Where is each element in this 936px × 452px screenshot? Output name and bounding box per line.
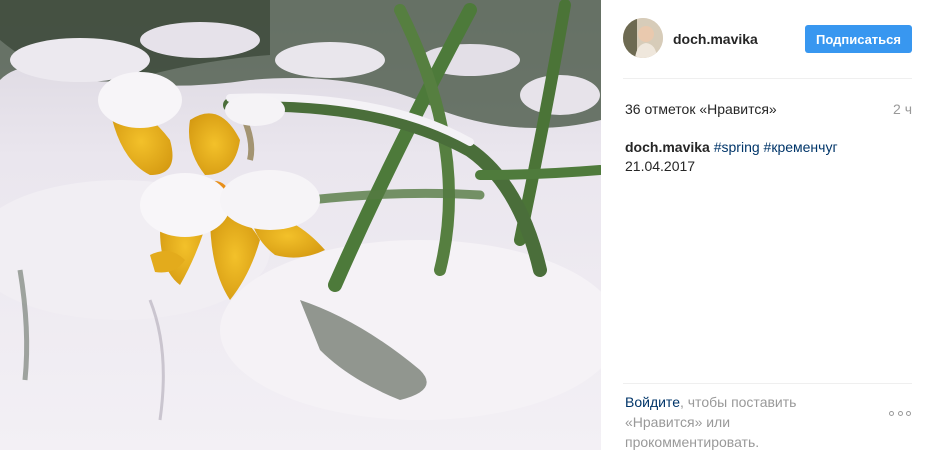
follow-button[interactable]: Подписаться [805, 25, 912, 53]
post-caption: doch.mavika #spring #кременчуг 21.04.201… [625, 138, 905, 176]
login-prompt: Войдите, чтобы поставить «Нравится» или … [625, 392, 855, 452]
likes-count[interactable]: 36 отметок «Нравится» [625, 101, 777, 117]
caption-text: 21.04.2017 [625, 158, 696, 174]
post-photo[interactable] [0, 0, 601, 450]
more-options-button[interactable] [889, 408, 911, 418]
dot-icon [906, 410, 911, 416]
hashtag-link[interactable]: #кременчуг [764, 139, 838, 155]
post-info-panel: doch.mavika Подписаться 36 отметок «Нрав… [601, 0, 936, 450]
dot-icon [897, 410, 903, 416]
post-header: doch.mavika Подписаться [601, 0, 936, 78]
divider [623, 383, 912, 384]
hashtag-link[interactable]: #spring [714, 139, 760, 155]
avatar[interactable] [623, 18, 663, 58]
divider [623, 78, 912, 79]
author-username[interactable]: doch.mavika [673, 31, 758, 47]
caption-username[interactable]: doch.mavika [625, 139, 710, 155]
login-link[interactable]: Войдите [625, 394, 680, 410]
post-timestamp[interactable]: 2 ч [893, 101, 912, 117]
dot-icon [889, 410, 894, 416]
